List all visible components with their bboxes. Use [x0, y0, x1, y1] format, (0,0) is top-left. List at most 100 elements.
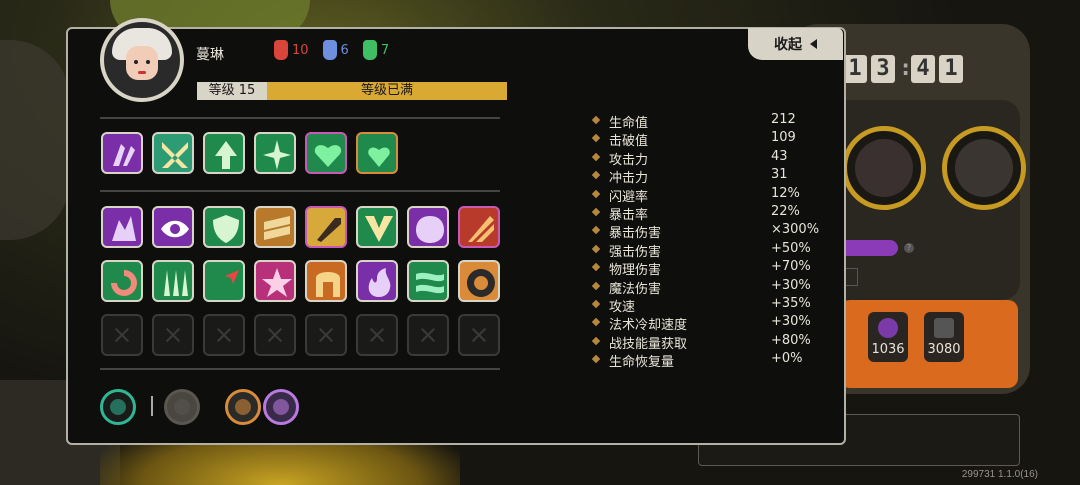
arrow-up-icon[interactable] — [203, 132, 245, 174]
stat-label: 攻击力 — [609, 152, 649, 168]
pink-star-icon[interactable] — [254, 260, 296, 302]
empty-skill-slot[interactable] — [152, 314, 194, 356]
avatar-eye — [134, 60, 138, 64]
empty-skill-slot[interactable] — [458, 314, 500, 356]
red-mask-icon — [274, 40, 288, 60]
diamond-bullet-icon — [591, 226, 601, 235]
green-crest-icon[interactable] — [356, 206, 398, 248]
stat-row: 魔法伤害 +30% — [591, 277, 833, 297]
mask-count-value: 7 — [380, 42, 390, 58]
diamond-bullet-icon — [591, 336, 601, 346]
avatar-face — [126, 46, 158, 80]
mask-count-1: 10 — [274, 40, 309, 60]
stat-row: 暴击伤害 ×300% — [591, 222, 833, 241]
green-spikes-icon[interactable] — [152, 260, 194, 302]
diamond-bullet-icon — [591, 262, 601, 272]
diamond-bullet-icon — [591, 281, 601, 290]
stat-label: 强击伤害 — [609, 244, 662, 260]
timer-digit: 3 — [871, 55, 895, 83]
stat-row: 冲击力 31 — [591, 167, 833, 187]
stat-value: ×300% — [771, 222, 820, 238]
avatar-mouth — [138, 71, 146, 74]
gold-ring-icon[interactable] — [458, 260, 500, 302]
resource-count: 3080 — [927, 342, 961, 357]
mask-count-3: 7 — [362, 40, 390, 60]
dark-blade-icon[interactable] — [305, 206, 347, 248]
stat-value: 212 — [771, 112, 796, 127]
help-icon[interactable]: ? — [904, 243, 914, 253]
jack-o-lantern-icon[interactable] — [407, 206, 449, 248]
stat-value: +30% — [771, 277, 811, 293]
stat-value: +50% — [771, 240, 811, 256]
gold-chain-icon[interactable] — [254, 206, 296, 248]
stat-value: 22% — [771, 204, 800, 219]
stat-label: 冲击力 — [609, 171, 649, 187]
gold-gate-icon[interactable] — [305, 260, 347, 302]
divider — [100, 368, 500, 370]
stat-value: +30% — [771, 314, 811, 330]
flame-arrows-icon[interactable] — [458, 206, 500, 248]
green-wind-icon[interactable] — [407, 260, 449, 302]
diamond-bullet-icon — [591, 134, 601, 143]
heart-guard-icon[interactable] — [356, 132, 398, 174]
timer-separator: : — [899, 56, 913, 81]
timer-digit: 1 — [939, 55, 963, 83]
stat-label: 闪避率 — [609, 189, 649, 205]
resource-shard: 3080 — [924, 312, 964, 362]
relic-core — [110, 399, 126, 415]
empty-skill-slot[interactable] — [356, 314, 398, 356]
twin-blade-icon[interactable] — [152, 132, 194, 174]
stat-label: 战技能量获取 — [609, 336, 688, 352]
stat-label: 生命恢复量 — [609, 355, 675, 371]
stat-label: 物理伤害 — [609, 263, 662, 279]
red-arrow-icon[interactable] — [203, 260, 245, 302]
heart-mask-icon[interactable] — [305, 132, 347, 174]
stat-row: 闪避率 12% — [591, 186, 833, 205]
relic-core — [235, 399, 251, 415]
diamond-bullet-icon — [591, 354, 601, 364]
partner-portrait-slot[interactable] — [942, 126, 1026, 210]
swirl-vortex-icon[interactable] — [101, 260, 143, 302]
stat-value: +70% — [771, 259, 811, 275]
green-shield-icon[interactable] — [203, 206, 245, 248]
crossed-swords-icon[interactable] — [225, 389, 261, 425]
blue-mask-icon — [322, 40, 337, 60]
eye-rune-icon[interactable] — [152, 206, 194, 248]
empty-skill-slot[interactable] — [407, 314, 449, 356]
mask-counts: 10 6 7 — [274, 40, 389, 60]
tool-icon[interactable] — [164, 389, 200, 425]
stat-row: 攻速 +35% — [591, 296, 833, 315]
divider — [151, 396, 153, 416]
empty-skill-slot[interactable] — [254, 314, 296, 356]
empty-skill-slot[interactable] — [101, 314, 143, 356]
stat-row: 生命值 212 — [591, 112, 833, 131]
diamond-bullet-icon — [591, 189, 601, 198]
spike-burst-icon[interactable] — [254, 132, 296, 174]
stat-label: 暴击率 — [609, 208, 649, 223]
purple-flame-icon[interactable] — [356, 260, 398, 302]
fang-mask-icon[interactable] — [100, 389, 136, 425]
mask-count-value: 10 — [292, 42, 309, 58]
collapse-button[interactable]: 收起 — [748, 28, 843, 60]
diamond-bullet-icon — [591, 244, 601, 254]
stat-value: +35% — [771, 296, 811, 311]
character-avatar[interactable] — [100, 18, 184, 102]
timer-digit: 1 — [843, 55, 867, 83]
stat-row: 暴击率 22% — [591, 204, 833, 223]
stat-value: 43 — [771, 148, 788, 164]
stat-label: 攻速 — [609, 300, 636, 315]
stat-label: 生命值 — [609, 116, 649, 131]
stat-row: 击破值 109 — [591, 130, 833, 149]
shadow-shard-icon[interactable] — [101, 206, 143, 248]
crest-shield-icon[interactable] — [263, 389, 299, 425]
shard-icon — [934, 318, 954, 338]
empty-skill-slot[interactable] — [203, 314, 245, 356]
stat-label: 魔法伤害 — [609, 281, 662, 297]
version-text: 299731 1.1.0(16) — [961, 469, 1038, 480]
stat-value: +0% — [771, 351, 803, 367]
empty-skill-slot[interactable] — [305, 314, 347, 356]
level-bar: 等级 15 等级已满 — [197, 82, 507, 100]
hero-portrait-slot[interactable] — [842, 126, 926, 210]
stat-row: 生命恢复量 +0% — [591, 351, 833, 371]
claw-slash-icon[interactable] — [101, 132, 143, 174]
